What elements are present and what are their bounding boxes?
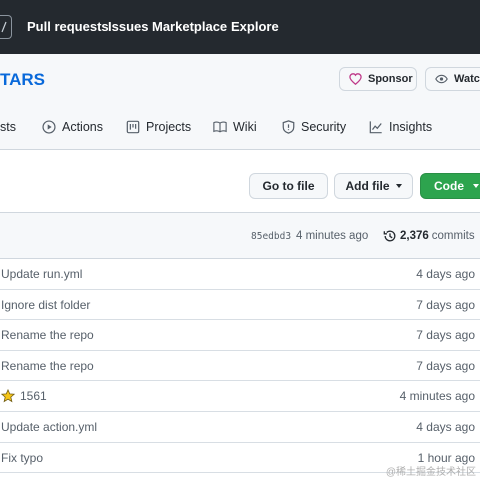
repo-title[interactable]: TARS <box>0 70 45 90</box>
add-file-label: Add file <box>345 179 390 193</box>
tab-wiki[interactable]: Wiki <box>213 120 257 134</box>
nav-marketplace[interactable]: Marketplace <box>152 19 227 34</box>
commit-message-text: Update run.yml <box>1 267 83 281</box>
repo-tabs: sts Actions Projects Wiki Security Insig… <box>0 110 480 150</box>
tab-insights[interactable]: Insights <box>369 120 432 134</box>
chevron-down-icon <box>395 184 402 188</box>
list-item: Update action.yml 4 days ago <box>0 412 480 443</box>
tab-security[interactable]: Security <box>282 120 346 134</box>
go-to-file-button[interactable]: Go to file <box>249 173 328 199</box>
project-icon <box>126 120 140 134</box>
sponsor-button[interactable]: Sponsor <box>339 67 417 91</box>
commit-message[interactable]: Ignore dist folder <box>1 298 90 312</box>
commit-message-text: Ignore dist folder <box>1 297 91 312</box>
tab-actions[interactable]: Actions <box>42 120 103 134</box>
commit-age: 7 days ago <box>416 328 475 343</box>
add-file-button[interactable]: Add file <box>334 173 413 199</box>
tab-label: Actions <box>62 120 103 134</box>
nav-explore[interactable]: Explore <box>231 19 279 34</box>
go-to-file-label: Go to file <box>262 179 315 193</box>
commit-message[interactable]: Rename the repo <box>1 359 94 373</box>
commit-age: 4 minutes ago <box>399 389 475 404</box>
eye-icon <box>435 74 448 84</box>
top-navigation: Pull requests Issues Marketplace Explore <box>0 0 480 54</box>
tab-label: Insights <box>389 120 433 134</box>
watermark: @稀土掘金技术社区 <box>385 467 476 478</box>
file-list: Update run.yml 4 days ago Ignore dist fo… <box>0 259 480 474</box>
list-item: Rename the repo 7 days ago <box>0 351 480 382</box>
commit-hash[interactable]: 85edbd3 <box>251 231 291 242</box>
watch-button[interactable]: Watch <box>425 67 480 91</box>
tab-label: Security <box>301 120 347 134</box>
list-item: Ignore dist folder 7 days ago <box>0 290 480 321</box>
play-icon <box>42 120 56 134</box>
list-item: Rename the repo 7 days ago <box>0 320 480 351</box>
commit-age: 7 days ago <box>416 358 475 373</box>
star-icon <box>1 389 15 403</box>
tab-label: Projects <box>146 120 192 134</box>
watch-label: Watch <box>454 73 480 85</box>
commit-message[interactable]: 1561 <box>1 389 47 403</box>
commit-message[interactable]: Rename the repo <box>1 328 94 342</box>
tab-pull-requests[interactable]: sts <box>0 120 16 134</box>
graph-icon <box>369 121 382 134</box>
list-item: 1561 4 minutes ago <box>0 381 480 412</box>
code-button[interactable]: Code <box>420 173 480 199</box>
history-icon <box>383 230 396 242</box>
commit-message[interactable]: Update run.yml <box>1 267 82 281</box>
commit-count: 2,376 <box>400 230 429 242</box>
nav-issues[interactable]: Issues <box>108 19 148 34</box>
repo-header: TARS Sponsor Watch sts Actions Projects … <box>0 54 480 150</box>
tab-projects[interactable]: Projects <box>126 120 191 134</box>
chevron-down-icon <box>473 184 479 188</box>
commit-message-text: Rename the repo <box>1 358 94 373</box>
commit-message[interactable]: Fix typo <box>1 451 43 465</box>
sponsor-label: Sponsor <box>368 73 413 85</box>
commit-message[interactable]: Update action.yml <box>1 420 97 434</box>
commit-time: 4 minutes ago <box>296 230 369 242</box>
commit-message-text: Update action.yml <box>1 419 98 434</box>
commit-age: 4 days ago <box>416 419 475 434</box>
tab-label: Wiki <box>233 120 257 134</box>
latest-commit-bar: 85edbd3 4 minutes ago 2,376 commits <box>0 212 480 259</box>
code-label: Code <box>434 179 464 193</box>
tab-label: sts <box>0 120 16 134</box>
commit-message-text: 1561 <box>20 389 47 404</box>
commit-history-link[interactable]: 2,376 commits <box>383 229 475 243</box>
list-item: Update run.yml 4 days ago <box>0 259 480 290</box>
logo-icon[interactable] <box>0 15 12 39</box>
commit-age: 4 days ago <box>416 267 475 281</box>
commit-message-text: Fix typo <box>1 450 44 465</box>
commit-age: 7 days ago <box>416 297 475 312</box>
nav-pull-requests[interactable]: Pull requests <box>27 19 109 34</box>
heart-icon <box>349 73 362 85</box>
shield-icon <box>282 120 295 134</box>
commit-message-text: Rename the repo <box>1 328 94 343</box>
book-icon <box>213 121 227 133</box>
commit-count-label: commits <box>431 230 475 242</box>
